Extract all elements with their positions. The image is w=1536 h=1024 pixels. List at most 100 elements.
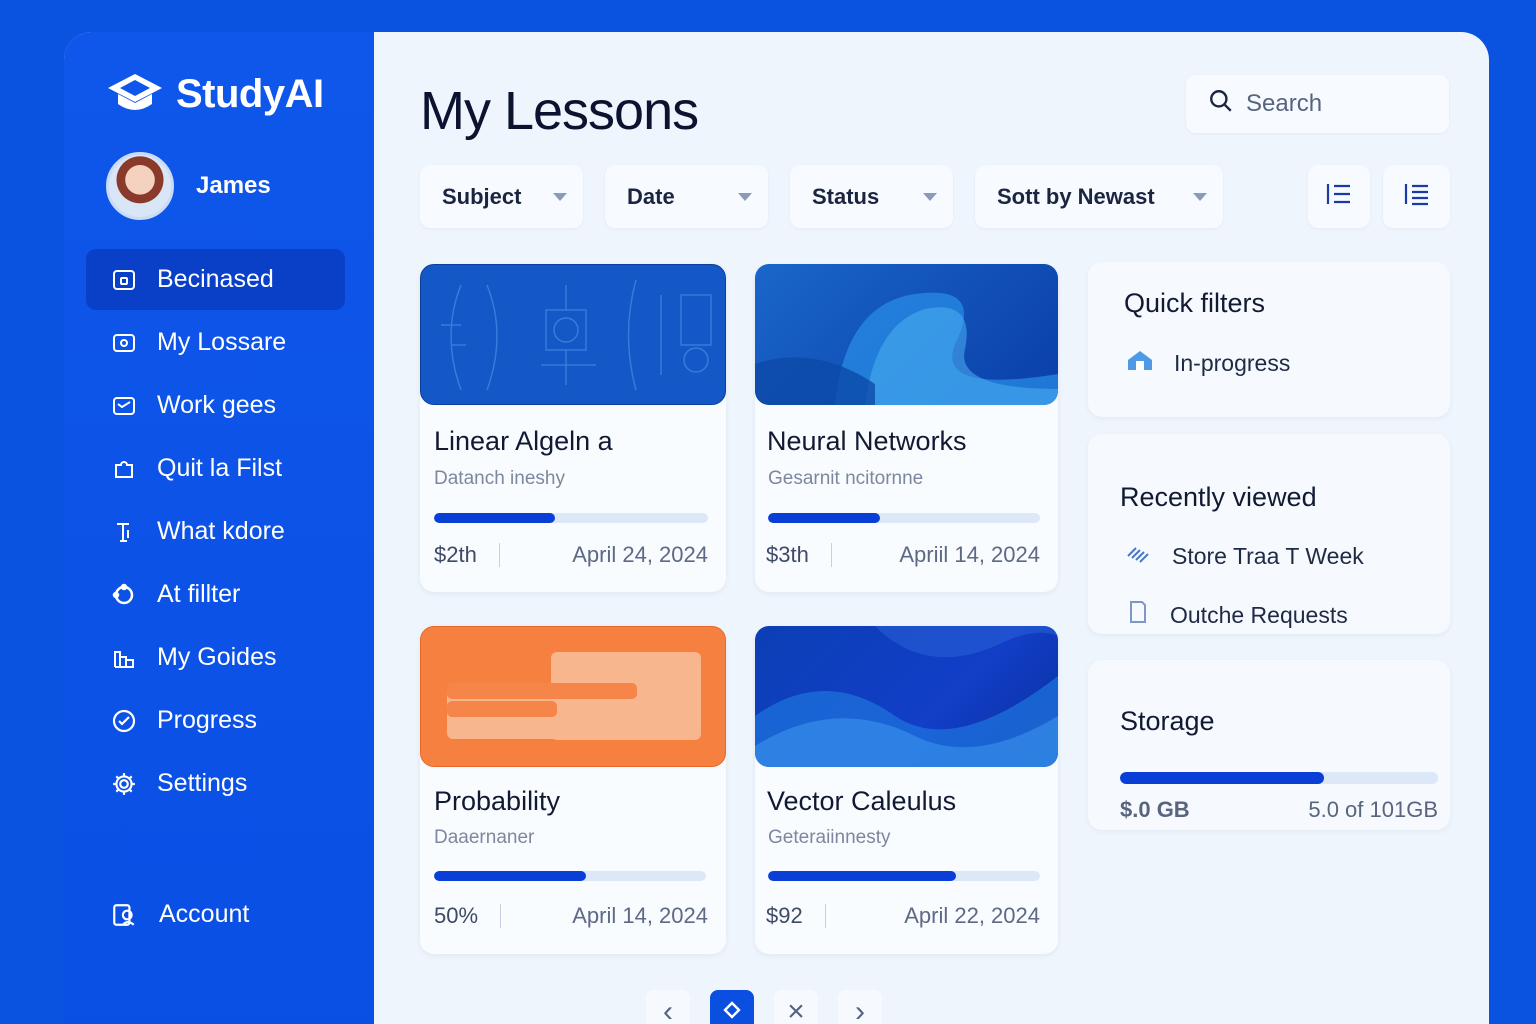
subject-filter-dropdown[interactable]: Subject bbox=[420, 165, 583, 228]
panel-title: Recently viewed bbox=[1120, 482, 1317, 512]
filter-bar: Subject Date Status Sott by Newast bbox=[420, 165, 1223, 228]
diamond-icon bbox=[723, 999, 741, 1024]
filter-label: Sott by Newast bbox=[997, 183, 1155, 209]
sort-dropdown[interactable]: Sott by Newast bbox=[975, 165, 1223, 228]
sidebar: StudyAI James Becinased My Lossare Work … bbox=[64, 32, 374, 1024]
filter-label: Subject bbox=[442, 183, 522, 209]
gear-icon bbox=[111, 771, 137, 797]
chevron-right-icon: › bbox=[855, 995, 865, 1024]
divider bbox=[500, 904, 502, 928]
lesson-value: $3th bbox=[766, 542, 809, 567]
lines-icon bbox=[1126, 542, 1152, 570]
lesson-value: $2th bbox=[434, 542, 477, 567]
document-icon bbox=[1126, 600, 1150, 630]
avatar bbox=[106, 152, 174, 220]
lesson-card-probability[interactable]: Probability Daaernaner 50% April 14, 202… bbox=[420, 626, 726, 954]
main-content: My Lessons Search Subject Date Status So… bbox=[374, 32, 1489, 1024]
lesson-subtitle: Daaernaner bbox=[434, 827, 535, 848]
sidebar-item-progress[interactable]: Progress bbox=[86, 690, 345, 751]
divider bbox=[824, 904, 826, 928]
lesson-progress-bar bbox=[434, 871, 706, 881]
compact-view-button[interactable] bbox=[1383, 165, 1450, 228]
recent-item[interactable]: Outche Requests bbox=[1126, 600, 1348, 630]
status-filter-dropdown[interactable]: Status bbox=[790, 165, 953, 228]
search-input[interactable]: Search bbox=[1186, 75, 1449, 133]
lesson-progress-bar bbox=[768, 513, 1040, 523]
lesson-subtitle: Datanch ineshy bbox=[434, 468, 565, 489]
puzzle-icon bbox=[111, 456, 137, 482]
list-view-button[interactable] bbox=[1308, 165, 1370, 228]
sidebar-item-label: Quit la Filst bbox=[157, 454, 283, 482]
house-icon bbox=[1126, 348, 1154, 378]
book-icon bbox=[111, 330, 137, 356]
sidebar-item-what-kdore[interactable]: What kdore bbox=[86, 501, 345, 562]
chevron-down-icon bbox=[553, 192, 567, 201]
lesson-progress-bar bbox=[768, 871, 1040, 881]
list-view-icon bbox=[1325, 181, 1353, 212]
chevron-down-icon bbox=[1193, 192, 1207, 201]
lesson-title: Neural Networks bbox=[767, 426, 967, 456]
sidebar-item-at-fillter[interactable]: At fillter bbox=[86, 564, 345, 625]
lesson-card-vector-calculus[interactable]: Vector Caleulus Geteraiinnesty $92 April… bbox=[755, 626, 1058, 954]
check-circle-icon bbox=[111, 708, 137, 734]
sidebar-item-label: Progress bbox=[157, 706, 258, 734]
lesson-progress-bar bbox=[434, 513, 708, 523]
sidebar-item-label: At fillter bbox=[157, 580, 241, 608]
recent-item[interactable]: Store Traa T Week bbox=[1126, 542, 1364, 570]
quick-filter-in-progress[interactable]: In-progress bbox=[1126, 348, 1290, 378]
lesson-meta: 50% April 14, 2024 bbox=[434, 903, 708, 929]
home-icon bbox=[111, 267, 137, 293]
lesson-value: 50% bbox=[434, 903, 479, 928]
sidebar-item-settings[interactable]: Settings bbox=[86, 753, 345, 814]
lesson-date: Apriil 14, 2024 bbox=[899, 542, 1040, 567]
storage-panel: Storage $.0 GB 5.0 of 101GB bbox=[1088, 660, 1450, 830]
prev-page-button[interactable]: ‹ bbox=[646, 990, 690, 1024]
page-title: My Lessons bbox=[420, 81, 699, 141]
sidebar-item-becinased[interactable]: Becinased bbox=[86, 249, 345, 310]
storage-total: 5.0 of 101GB bbox=[1308, 797, 1438, 822]
sidebar-item-label: Settings bbox=[157, 769, 248, 797]
filter-label: Date bbox=[627, 183, 675, 209]
user-name: James bbox=[196, 172, 271, 199]
lesson-title: Vector Caleulus bbox=[767, 786, 957, 816]
lesson-subtitle: Geteraiinnesty bbox=[768, 827, 891, 848]
recently-viewed-panel: Recently viewed Store Traa T Week Outche… bbox=[1088, 434, 1450, 634]
panel-title: Quick filters bbox=[1124, 288, 1266, 318]
progress-fill bbox=[434, 513, 555, 523]
progress-fill bbox=[768, 871, 956, 881]
account-link[interactable]: Account bbox=[111, 900, 249, 929]
pagination: ‹ × › bbox=[646, 990, 882, 1024]
account-icon bbox=[111, 902, 137, 928]
user-profile[interactable]: James bbox=[106, 152, 271, 220]
sidebar-item-my-goides[interactable]: My Goides bbox=[86, 627, 345, 688]
lesson-card-neural-networks[interactable]: Neural Networks Gesarnit ncitornne $3th … bbox=[755, 264, 1058, 592]
graduation-cap-icon bbox=[106, 70, 164, 118]
recent-item-label: Outche Requests bbox=[1170, 601, 1348, 628]
recent-item-label: Store Traa T Week bbox=[1172, 542, 1364, 569]
text-icon bbox=[111, 519, 137, 545]
brand-logo[interactable]: StudyAI bbox=[106, 70, 324, 118]
quick-filter-label: In-progress bbox=[1174, 349, 1291, 376]
sidebar-nav: Becinased My Lossare Work gees Quit la F… bbox=[86, 249, 345, 816]
lesson-thumbnail bbox=[755, 626, 1058, 767]
account-label: Account bbox=[159, 900, 250, 928]
divider bbox=[498, 543, 500, 567]
sidebar-item-label: Work gees bbox=[157, 391, 277, 419]
date-filter-dropdown[interactable]: Date bbox=[605, 165, 768, 228]
storage-progress-bar bbox=[1120, 772, 1438, 784]
panel-title: Storage bbox=[1120, 706, 1215, 736]
sidebar-item-my-lossare[interactable]: My Lossare bbox=[86, 312, 345, 373]
next-page-button[interactable]: › bbox=[838, 990, 882, 1024]
lesson-card-linear-algebra[interactable]: Linear Algeln a Datanch ineshy $2th Apri… bbox=[420, 264, 726, 592]
lesson-title: Linear Algeln a bbox=[434, 426, 613, 456]
close-page-button[interactable]: × bbox=[774, 990, 818, 1024]
sidebar-item-quit-la-filst[interactable]: Quit la Filst bbox=[86, 438, 345, 499]
lesson-date: April 24, 2024 bbox=[572, 542, 708, 567]
search-icon bbox=[1208, 88, 1234, 121]
lesson-thumbnail bbox=[420, 264, 726, 405]
lesson-meta: $92 April 22, 2024 bbox=[766, 903, 1040, 929]
sidebar-item-work-gees[interactable]: Work gees bbox=[86, 375, 345, 436]
lesson-thumbnail bbox=[420, 626, 726, 767]
current-page-button[interactable] bbox=[710, 990, 754, 1024]
progress-fill bbox=[434, 871, 587, 881]
